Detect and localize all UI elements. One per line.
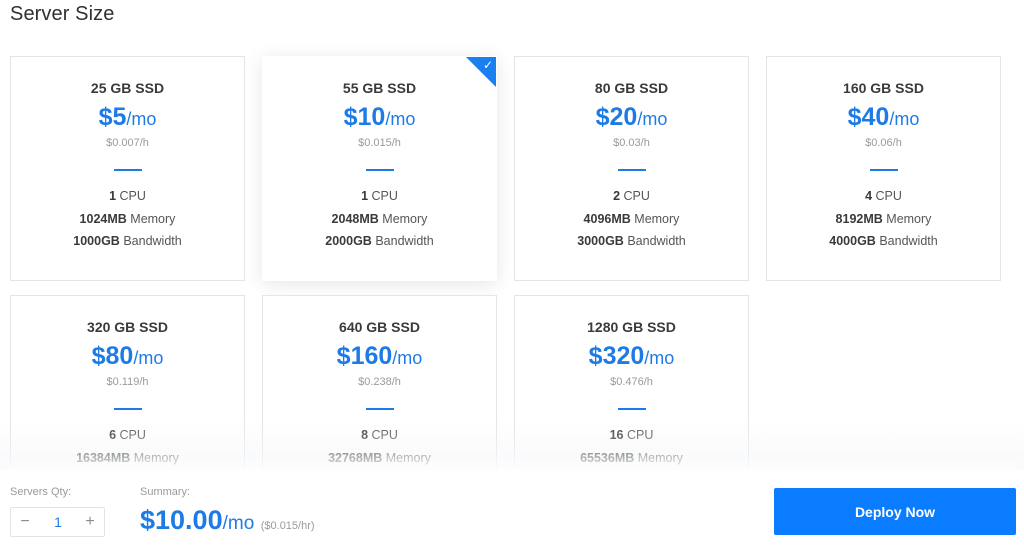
plan-ssd: 1280 GB SSD [587,319,676,335]
plan-hourly: $0.03/h [613,137,650,149]
plan-memory: 4096MB Memory [583,212,680,226]
plan-ssd: 55 GB SSD [342,80,417,96]
quantity-input[interactable] [43,513,73,531]
deploy-now-button[interactable]: Deploy Now [774,488,1016,535]
plan-price: $40/mo [847,103,920,131]
divider [617,408,646,410]
plan-hourly: $0.476/h [610,376,653,388]
checkmark-icon: ✓ [482,58,493,72]
plan-ssd: 320 GB SSD [87,319,168,335]
plan-price: $80/mo [91,342,164,370]
plan-bandwidth: 3000GB Bandwidth [577,234,686,248]
plan-price: $160/mo [336,342,423,370]
plan-memory: 1024MB Memory [79,212,176,226]
plan-card-55gb[interactable]: ✓ 55 GB SSD $10/mo $0.015/h 1 CPU 2048MB… [262,56,497,281]
summary-unit: /mo [222,513,255,534]
divider [113,408,142,410]
divider [869,169,898,171]
plan-card-80gb[interactable]: 80 GB SSD $20/mo $0.03/h 2 CPU 4096MB Me… [514,56,749,281]
plan-ssd: 80 GB SSD [594,80,669,96]
quantity-stepper: − + [10,507,105,537]
plan-bandwidth: 1000GB Bandwidth [73,234,182,248]
plan-hourly: $0.119/h [106,376,149,388]
divider [617,169,646,171]
plan-memory: 2048MB Memory [331,212,428,226]
summary-price: $10.00/mo ($0.015/hr) [140,505,315,536]
plan-memory: 65536MB Memory [580,451,683,465]
plan-hourly: $0.238/h [358,376,401,388]
plan-card-160gb[interactable]: 160 GB SSD $40/mo $0.06/h 4 CPU 8192MB M… [766,56,1001,281]
plan-memory: 32768MB Memory [328,451,431,465]
divider [365,169,394,171]
plan-cpu: 1 CPU [361,189,398,203]
summary-total: $10.00 [140,505,223,535]
plan-ssd: 25 GB SSD [90,80,165,96]
plan-cpu: 4 CPU [865,189,902,203]
plan-grid: 25 GB SSD $5/mo $0.007/h 1 CPU 1024MB Me… [0,0,1024,547]
increment-button[interactable]: + [80,512,100,532]
order-footer: Servers Qty: − + Summary: $10.00/mo ($0.… [0,470,1024,547]
plan-price: $20/mo [595,103,668,131]
plan-memory: 16384MB Memory [76,451,179,465]
summary-label: Summary: [140,486,191,498]
plan-cpu: 8 CPU [361,428,398,442]
plan-hourly: $0.06/h [865,137,902,149]
plan-bandwidth: 2000GB Bandwidth [325,234,434,248]
plan-ssd: 640 GB SSD [339,319,420,335]
plan-price: $5/mo [98,103,157,131]
plan-cpu: 2 CPU [613,189,650,203]
summary-hourly: ($0.015/hr) [260,520,315,532]
plan-price: $320/mo [588,342,675,370]
divider [365,408,394,410]
plan-memory: 8192MB Memory [835,212,932,226]
plan-cpu: 6 CPU [109,428,146,442]
plan-cpu: 16 CPU [609,428,654,442]
decrement-button[interactable]: − [15,512,35,532]
server-size-page: Server Size 25 GB SSD $5/mo $0.007/h 1 C… [0,0,1024,547]
plan-price: $10/mo [343,103,416,131]
plan-hourly: $0.007/h [106,137,149,149]
divider [113,169,142,171]
plan-hourly: $0.015/h [358,137,401,149]
servers-qty-label: Servers Qty: [10,486,72,498]
plan-ssd: 160 GB SSD [843,80,924,96]
plan-cpu: 1 CPU [109,189,146,203]
plan-card-25gb[interactable]: 25 GB SSD $5/mo $0.007/h 1 CPU 1024MB Me… [10,56,245,281]
plan-bandwidth: 4000GB Bandwidth [829,234,938,248]
